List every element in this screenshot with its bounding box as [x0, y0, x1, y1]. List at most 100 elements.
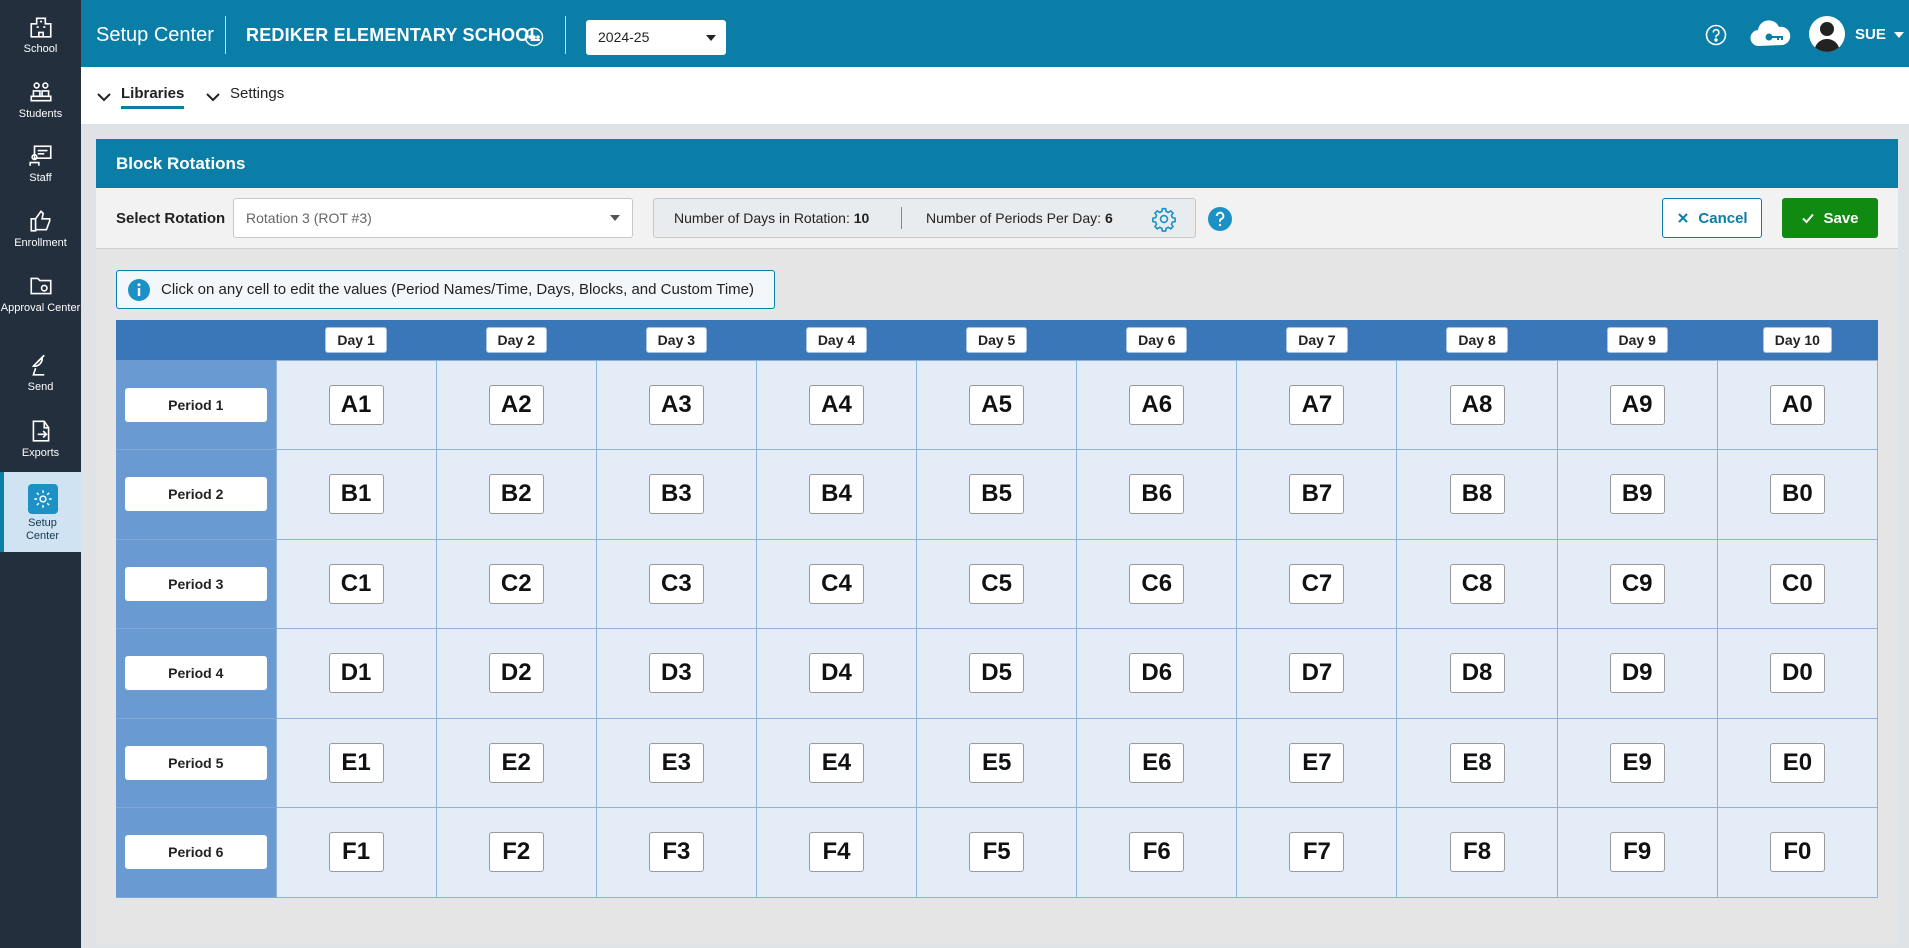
block-label[interactable]: C7 — [1289, 563, 1345, 604]
block-label[interactable]: D4 — [808, 653, 864, 694]
block-label[interactable]: E4 — [808, 742, 864, 783]
block-label[interactable]: A1 — [328, 384, 384, 425]
block-cell[interactable]: C2 — [435, 538, 597, 629]
block-label[interactable]: F3 — [648, 832, 704, 873]
block-cell[interactable]: B7 — [1236, 449, 1398, 540]
block-cell[interactable]: E8 — [1396, 717, 1558, 808]
block-cell[interactable]: E1 — [275, 717, 437, 808]
block-cell[interactable]: C6 — [1076, 538, 1238, 629]
block-label[interactable]: C1 — [328, 563, 384, 604]
chevron-down-icon[interactable] — [1894, 32, 1904, 38]
block-label[interactable]: D2 — [488, 653, 544, 694]
block-cell[interactable]: D7 — [1236, 628, 1398, 719]
cancel-button[interactable]: Cancel — [1662, 198, 1762, 238]
block-cell[interactable]: F6 — [1076, 807, 1238, 898]
block-cell[interactable]: E9 — [1556, 717, 1718, 808]
block-label[interactable]: F2 — [488, 832, 544, 873]
block-label[interactable]: F6 — [1129, 832, 1185, 873]
block-label[interactable]: A4 — [808, 384, 864, 425]
block-label[interactable]: D6 — [1129, 653, 1185, 694]
block-cell[interactable]: C5 — [916, 538, 1078, 629]
block-label[interactable]: F4 — [808, 832, 864, 873]
question-icon[interactable] — [1207, 206, 1233, 232]
block-label[interactable]: F8 — [1449, 832, 1505, 873]
block-cell[interactable]: E0 — [1716, 717, 1879, 808]
period-label[interactable]: Period 1 — [124, 387, 267, 422]
day-label[interactable]: Day 7 — [1286, 326, 1348, 353]
block-label[interactable]: D5 — [969, 653, 1025, 694]
block-label[interactable]: A9 — [1609, 384, 1665, 425]
school-year-select[interactable]: 2024-25 — [586, 20, 726, 55]
block-label[interactable]: C4 — [808, 563, 864, 604]
block-cell[interactable]: D1 — [275, 628, 437, 719]
block-label[interactable]: D0 — [1769, 653, 1825, 694]
block-cell[interactable]: B4 — [755, 449, 918, 540]
block-cell[interactable]: C1 — [275, 538, 437, 629]
block-cell[interactable]: F8 — [1396, 807, 1558, 898]
gear-icon[interactable] — [1151, 206, 1177, 232]
sidebar-item-school[interactable]: School — [0, 14, 81, 56]
block-cell[interactable]: C9 — [1556, 538, 1718, 629]
block-label[interactable]: C5 — [969, 563, 1025, 604]
block-label[interactable]: E1 — [328, 742, 384, 783]
day-label[interactable]: Day 8 — [1446, 326, 1508, 353]
block-label[interactable]: A6 — [1129, 384, 1185, 425]
help-icon[interactable] — [1705, 24, 1727, 46]
block-cell[interactable]: E4 — [755, 717, 918, 808]
block-label[interactable]: E8 — [1449, 742, 1505, 783]
day-label[interactable]: Day 3 — [645, 326, 708, 353]
day-label[interactable]: Day 1 — [325, 326, 387, 353]
day-label[interactable]: Day 9 — [1606, 326, 1668, 353]
block-label[interactable]: E9 — [1609, 742, 1665, 783]
block-cell[interactable]: C4 — [755, 538, 918, 629]
block-cell[interactable]: A1 — [275, 359, 437, 450]
block-cell[interactable]: E6 — [1076, 717, 1238, 808]
period-label[interactable]: Period 6 — [124, 835, 267, 870]
block-label[interactable]: F5 — [969, 832, 1025, 873]
block-label[interactable]: E2 — [488, 742, 544, 783]
block-label[interactable]: B2 — [488, 474, 544, 515]
block-label[interactable]: A0 — [1769, 384, 1825, 425]
block-label[interactable]: C2 — [488, 563, 544, 604]
block-cell[interactable]: C7 — [1236, 538, 1398, 629]
block-label[interactable]: F9 — [1609, 832, 1665, 873]
block-label[interactable]: C0 — [1769, 563, 1825, 604]
block-label[interactable]: D3 — [648, 653, 704, 694]
block-cell[interactable]: E2 — [435, 717, 597, 808]
block-cell[interactable]: F9 — [1556, 807, 1718, 898]
block-cell[interactable]: A5 — [916, 359, 1078, 450]
sidebar-item-students[interactable]: Students — [0, 79, 81, 121]
period-label[interactable]: Period 3 — [124, 566, 267, 601]
user-name[interactable]: SUE — [1855, 26, 1886, 43]
block-cell[interactable]: F3 — [595, 807, 757, 898]
block-cell[interactable]: F2 — [435, 807, 597, 898]
block-cell[interactable]: C8 — [1396, 538, 1558, 629]
rotation-select[interactable]: Rotation 3 (ROT #3) — [233, 198, 633, 238]
block-cell[interactable]: F7 — [1236, 807, 1398, 898]
block-label[interactable]: D8 — [1449, 653, 1505, 694]
block-cell[interactable]: A0 — [1716, 359, 1879, 450]
block-label[interactable]: B3 — [648, 474, 704, 515]
more-options-icon[interactable] — [524, 27, 544, 47]
block-label[interactable]: D1 — [328, 653, 384, 694]
day-label[interactable]: Day 2 — [485, 326, 547, 353]
block-cell[interactable]: C3 — [595, 538, 757, 629]
block-label[interactable]: B6 — [1129, 474, 1185, 515]
block-cell[interactable]: F4 — [755, 807, 918, 898]
block-label[interactable]: E3 — [648, 742, 704, 783]
block-label[interactable]: F1 — [328, 832, 384, 873]
block-label[interactable]: A2 — [488, 384, 544, 425]
block-cell[interactable]: D8 — [1396, 628, 1558, 719]
period-label[interactable]: Period 2 — [124, 477, 267, 512]
block-cell[interactable]: E7 — [1236, 717, 1398, 808]
block-cell[interactable]: D5 — [916, 628, 1078, 719]
sidebar-item-enrollment[interactable]: Enrollment — [0, 208, 81, 250]
nav-settings[interactable]: Settings — [205, 85, 284, 109]
block-cell[interactable]: D0 — [1716, 628, 1879, 719]
block-cell[interactable]: C0 — [1716, 538, 1879, 629]
block-cell[interactable]: D4 — [755, 628, 918, 719]
block-cell[interactable]: A3 — [595, 359, 757, 450]
block-label[interactable]: F0 — [1769, 832, 1825, 873]
block-label[interactable]: B8 — [1449, 474, 1505, 515]
block-cell[interactable]: F1 — [275, 807, 437, 898]
